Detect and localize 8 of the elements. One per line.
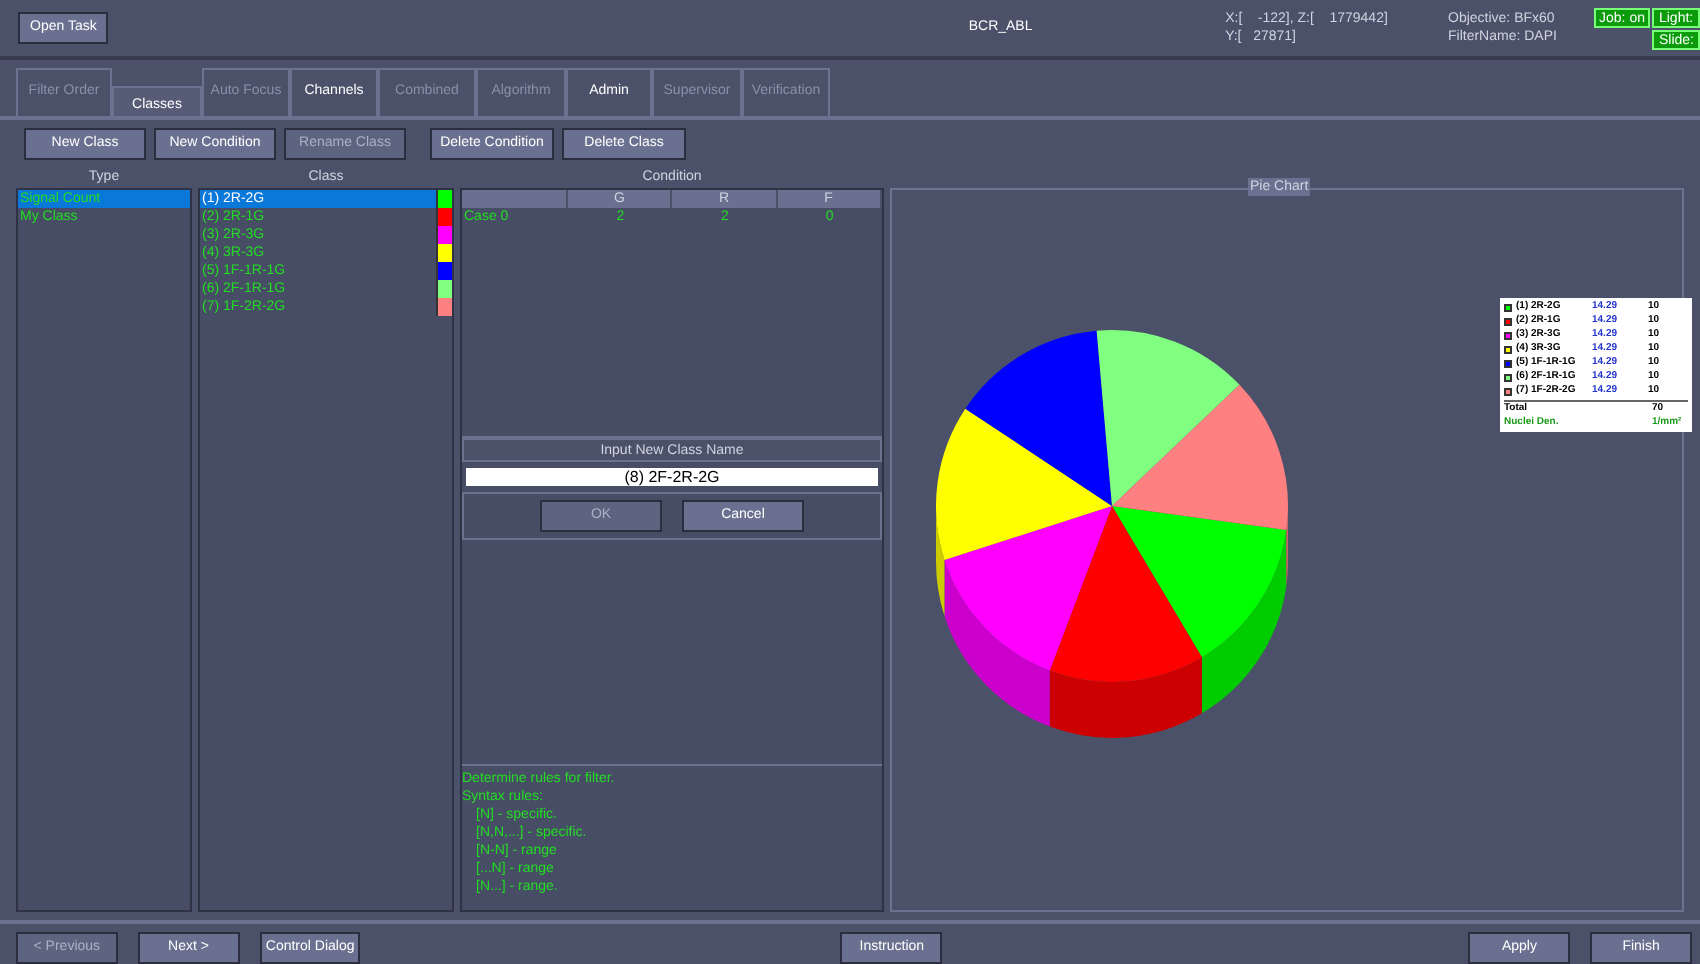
legend-swatch <box>1504 373 1512 381</box>
legend-swatch <box>1504 387 1512 395</box>
legend-swatch <box>1504 359 1512 367</box>
legend-swatch <box>1504 345 1512 353</box>
legend-swatch <box>1504 331 1512 339</box>
legend-swatch <box>1504 303 1512 311</box>
input-field[interactable]: (8) 2F-2R-2G <box>466 468 878 486</box>
legend-swatch <box>1504 317 1512 325</box>
